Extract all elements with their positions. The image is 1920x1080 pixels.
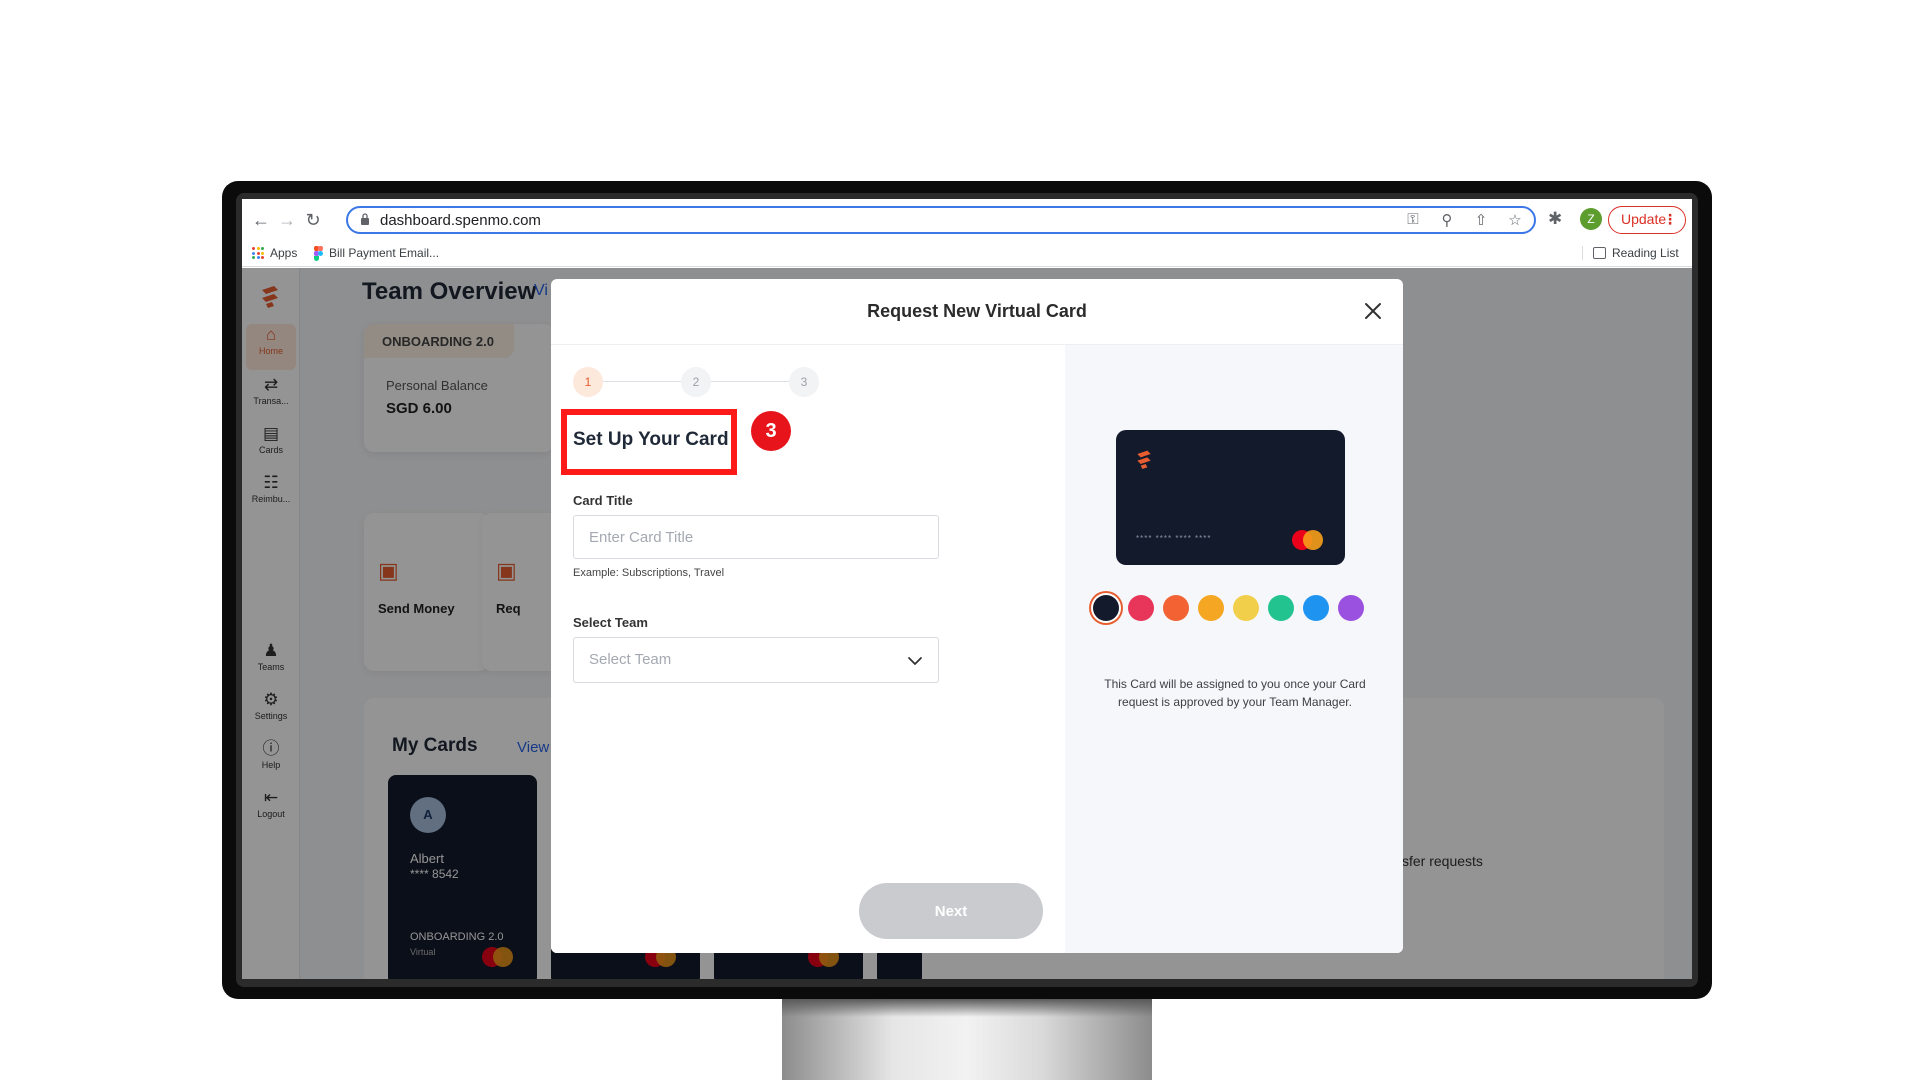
step-1: 1	[573, 367, 603, 397]
close-icon[interactable]	[1361, 299, 1385, 323]
monitor-frame: ← → ↻ dashboard.spenmo.com ⚿ ⚲ ⇧ ☆ ✱ Z U…	[222, 181, 1712, 999]
card-preview: **** **** **** ****	[1116, 430, 1345, 565]
forward-icon[interactable]: →	[276, 209, 298, 231]
card-preview-panel: **** **** **** **** This Card will be as…	[1065, 345, 1403, 953]
next-button[interactable]: Next	[859, 883, 1043, 939]
address-bar[interactable]: dashboard.spenmo.com ⚿ ⚲ ⇧ ☆	[346, 206, 1536, 234]
color-swatch-1[interactable]	[1093, 595, 1119, 621]
lock-icon	[361, 213, 369, 225]
color-swatch-7[interactable]	[1303, 595, 1329, 621]
reading-list-label: Reading List	[1612, 246, 1679, 260]
step-connector	[711, 381, 789, 382]
select-team-dropdown[interactable]: Select Team	[573, 637, 939, 683]
bookmark-label: Bill Payment Email...	[329, 246, 440, 260]
monitor-bezel: ← → ↻ dashboard.spenmo.com ⚿ ⚲ ⇧ ☆ ✱ Z U…	[236, 193, 1698, 987]
reading-list[interactable]: Reading List	[1582, 246, 1679, 260]
reload-icon[interactable]: ↻	[302, 209, 324, 231]
modal-header: Request New Virtual Card	[551, 279, 1403, 345]
share-icon[interactable]: ⇧	[1472, 211, 1490, 229]
color-swatch-2[interactable]	[1128, 595, 1154, 621]
figma-icon	[314, 246, 323, 261]
select-team-placeholder: Select Team	[589, 651, 672, 668]
modal-title: Request New Virtual Card	[867, 301, 1087, 321]
star-icon[interactable]: ☆	[1506, 211, 1524, 229]
key-icon[interactable]: ⚿	[1404, 211, 1422, 229]
extensions-icon[interactable]: ✱	[1548, 209, 1562, 229]
profile-avatar[interactable]: Z	[1580, 208, 1602, 230]
card-title-label: Card Title	[573, 493, 633, 508]
browser-toolbar: ← → ↻ dashboard.spenmo.com ⚿ ⚲ ⇧ ☆ ✱ Z U…	[242, 199, 1692, 239]
apps-grid-icon	[252, 247, 264, 259]
url-text: dashboard.spenmo.com	[380, 212, 541, 229]
mastercard-icon	[1292, 530, 1324, 550]
color-swatch-4[interactable]	[1198, 595, 1224, 621]
update-label: Update	[1621, 211, 1667, 227]
back-icon[interactable]: ←	[250, 209, 272, 231]
bookmark-bill-payment[interactable]: Bill Payment Email...	[314, 246, 440, 261]
request-card-modal: Request New Virtual Card 1 2 3 Set Up Yo…	[551, 279, 1403, 953]
card-title-helper: Example: Subscriptions, Travel	[573, 567, 725, 579]
color-swatch-5[interactable]	[1233, 595, 1259, 621]
spenmo-logo	[1137, 450, 1151, 469]
update-button[interactable]: Update ⋮	[1608, 206, 1686, 234]
zoom-icon[interactable]: ⚲	[1438, 211, 1456, 229]
section-title: Set Up Your Card	[573, 429, 729, 450]
card-number-placeholder: **** **** **** ****	[1136, 534, 1212, 543]
card-title-input[interactable]	[573, 515, 939, 559]
step-2: 2	[681, 367, 711, 397]
approval-note: This Card will be assigned to you once y…	[1104, 677, 1366, 709]
monitor-stand-shadow	[782, 999, 1152, 1017]
step-3: 3	[789, 367, 819, 397]
step-connector	[603, 381, 681, 382]
screen: ← → ↻ dashboard.spenmo.com ⚿ ⚲ ⇧ ☆ ✱ Z U…	[242, 199, 1692, 979]
chevron-down-icon	[908, 657, 922, 665]
address-bar-actions: ⚿ ⚲ ⇧ ☆	[1404, 211, 1524, 229]
annotation-badge: 3	[751, 411, 791, 451]
stepper: 1 2 3	[573, 367, 819, 397]
app-area: ⌂ Home ⇄ Transa... ▤ Cards ☷ Reimbu... ♟…	[242, 268, 1692, 979]
color-swatches	[1093, 595, 1364, 621]
bookmarks-bar: Apps Bill Payment Email... Reading List	[242, 239, 1692, 267]
bookmark-apps[interactable]: Apps	[252, 246, 297, 260]
color-swatch-6[interactable]	[1268, 595, 1294, 621]
color-swatch-3[interactable]	[1163, 595, 1189, 621]
select-team-label: Select Team	[573, 615, 648, 630]
color-swatch-8[interactable]	[1338, 595, 1364, 621]
menu-dots-icon: ⋮	[1663, 211, 1677, 227]
bookmark-label: Apps	[270, 246, 298, 260]
reading-list-icon	[1593, 247, 1606, 259]
card-form: 1 2 3 Set Up Your Card 3 Card Title Exam…	[551, 345, 1065, 953]
